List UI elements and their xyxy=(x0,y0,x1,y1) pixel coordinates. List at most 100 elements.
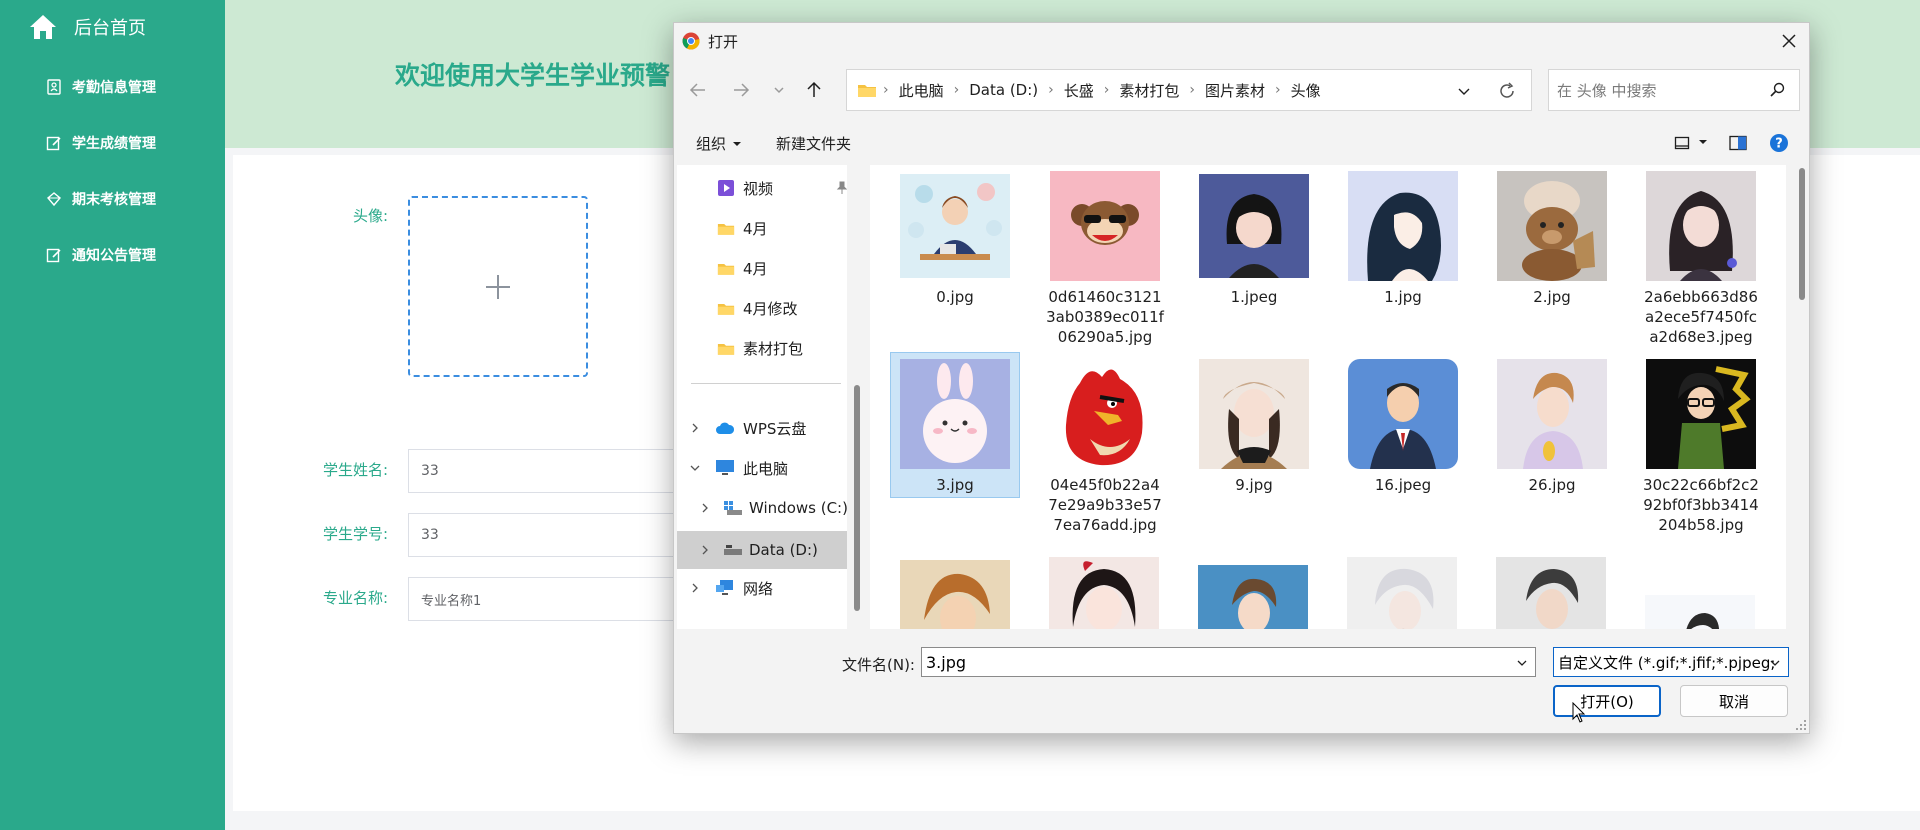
new-folder-button[interactable]: 新建文件夹 xyxy=(776,133,851,154)
tree-item-label: Data (D:) xyxy=(749,541,818,559)
back-arrow-icon[interactable] xyxy=(688,80,708,100)
id-input[interactable]: 33 xyxy=(408,513,682,557)
id-label: 学生学号: xyxy=(322,525,388,543)
tree-item-this-pc[interactable]: 此电脑 xyxy=(689,453,788,483)
chevron-right-icon[interactable] xyxy=(689,582,701,594)
breadcrumb-item[interactable]: 图片素材 xyxy=(1205,80,1265,101)
recent-chevron-icon[interactable] xyxy=(769,80,789,100)
file-item-partial[interactable] xyxy=(1496,557,1606,629)
edit-icon xyxy=(46,248,61,263)
sidebar-item-grades[interactable]: 学生成绩管理 xyxy=(46,131,156,155)
file-name: 1.jpeg xyxy=(1230,288,1278,306)
breadcrumb-item[interactable]: 长盛 xyxy=(1064,80,1094,101)
caret-down-icon[interactable] xyxy=(1698,137,1708,147)
tree-item-drive-d[interactable]: Data (D:) xyxy=(677,531,847,569)
file-item-partial[interactable] xyxy=(1347,557,1457,629)
avatar-upload[interactable] xyxy=(408,196,588,377)
chevron-down-icon[interactable] xyxy=(689,462,701,474)
chevron-right-icon[interactable] xyxy=(699,544,711,556)
filetype-value: 自定义文件 (*.gif;*.jfif;*.pjpeg; xyxy=(1558,653,1776,672)
filename-label: 文件名(N): xyxy=(842,656,915,674)
tree-item-folder[interactable]: 4月修改 xyxy=(717,293,798,323)
tree-item-drive-c[interactable]: Windows (C:) xyxy=(699,493,847,523)
chevron-right-icon[interactable] xyxy=(689,422,701,434)
dialog-titlebar[interactable]: 打开 xyxy=(674,23,1809,59)
major-input[interactable]: 专业名称1 xyxy=(408,577,682,621)
filetype-select[interactable]: 自定义文件 (*.gif;*.jfif;*.pjpeg; xyxy=(1553,647,1789,677)
navigation-row: › 此电脑 › Data (D:) › 长盛 › 素材打包 › 图片素材 › 头… xyxy=(674,69,1809,111)
breadcrumb-item[interactable]: 素材打包 xyxy=(1119,80,1179,101)
sidebar: 后台首页 考勤信息管理 学生成绩管理 期末考核管理 通知公告管理 xyxy=(0,0,225,830)
image-thumbnail xyxy=(1646,359,1756,469)
tree-item-folder[interactable]: 素材打包 xyxy=(717,333,803,363)
tree-item-label: 此电脑 xyxy=(743,459,789,478)
tree-item-label: WPS云盘 xyxy=(743,419,807,438)
preview-pane-icon[interactable] xyxy=(1729,135,1747,151)
file-item[interactable]: 16.jpeg xyxy=(1338,353,1468,495)
image-thumbnail xyxy=(1199,174,1309,278)
breadcrumb-item[interactable]: 头像 xyxy=(1291,80,1321,101)
file-item[interactable]: 2a6ebb663d86a2ece5f7450fca2d68e3.jpeg xyxy=(1636,165,1766,347)
file-item[interactable]: 26.jpg xyxy=(1487,353,1617,495)
plus-icon xyxy=(486,274,510,299)
chevron-right-icon[interactable] xyxy=(699,502,711,514)
breadcrumb-item[interactable]: Data (D:) xyxy=(969,81,1038,99)
file-item[interactable]: 9.jpg xyxy=(1189,353,1319,495)
chrome-icon xyxy=(682,32,700,50)
chevron-down-icon[interactable] xyxy=(1455,82,1473,100)
folder-icon xyxy=(858,85,876,97)
nav-scrollbar[interactable] xyxy=(854,163,860,629)
sidebar-item-notices[interactable]: 通知公告管理 xyxy=(46,243,156,267)
breadcrumb-item[interactable]: 此电脑 xyxy=(899,80,944,101)
refresh-icon[interactable] xyxy=(1497,81,1517,101)
file-item[interactable]: 0.jpg xyxy=(890,165,1020,307)
open-button[interactable]: 打开(O) xyxy=(1553,685,1661,717)
file-item[interactable]: 1.jpeg xyxy=(1189,165,1319,307)
tree-item-network[interactable]: 网络 xyxy=(689,573,773,603)
file-item[interactable]: 04e45f0b22a47e29a9b33e577ea76add.jpg xyxy=(1040,353,1170,535)
file-list: 0.jpg 0d61460c31213ab0389ec011f06290a5.j… xyxy=(870,165,1786,629)
search-input[interactable]: 在 头像 中搜索 xyxy=(1548,69,1800,111)
file-item-partial[interactable] xyxy=(1198,565,1308,629)
up-arrow-icon[interactable] xyxy=(804,80,824,100)
file-item-partial[interactable] xyxy=(1049,557,1159,629)
close-icon[interactable] xyxy=(1779,31,1799,51)
file-item-selected[interactable]: 3.jpg xyxy=(890,352,1020,498)
dialog-title: 打开 xyxy=(708,32,739,51)
sidebar-item-attendance[interactable]: 考勤信息管理 xyxy=(46,75,156,99)
view-icon[interactable] xyxy=(1674,135,1690,151)
tree-item-folder[interactable]: 4月 xyxy=(717,213,768,243)
file-scrollbar[interactable] xyxy=(1799,168,1805,628)
address-bar[interactable]: › 此电脑 › Data (D:) › 长盛 › 素材打包 › 图片素材 › 头… xyxy=(846,69,1532,111)
organize-button[interactable]: 组织 xyxy=(696,133,742,154)
tree-item-folder[interactable]: 4月 xyxy=(717,253,768,283)
help-icon[interactable]: ? xyxy=(1769,133,1789,153)
forward-arrow-icon[interactable] xyxy=(731,80,751,100)
file-item[interactable]: 0d61460c31213ab0389ec011f06290a5.jpg xyxy=(1040,165,1170,347)
tree-item-label: 4月 xyxy=(743,219,768,238)
file-item-partial[interactable] xyxy=(900,560,1010,629)
sidebar-home[interactable]: 后台首页 xyxy=(28,12,146,42)
image-thumbnail xyxy=(1348,359,1458,469)
file-item[interactable]: 30c22c66bf2c292bf0f3bb3414204b58.jpg xyxy=(1636,353,1766,535)
chevron-down-icon[interactable] xyxy=(1515,656,1529,670)
tree-item-video[interactable]: 视频 xyxy=(717,173,847,203)
file-item[interactable]: 2.jpg xyxy=(1487,165,1617,307)
sidebar-item-exams[interactable]: 期末考核管理 xyxy=(46,187,156,211)
file-item-partial[interactable] xyxy=(1645,595,1755,629)
file-item[interactable]: 1.jpg xyxy=(1338,165,1468,307)
tree-item-label: 4月修改 xyxy=(743,299,798,318)
cancel-button[interactable]: 取消 xyxy=(1680,685,1788,717)
image-thumbnail xyxy=(1646,171,1756,281)
filename-input[interactable]: 3.jpg xyxy=(921,647,1536,677)
chevron-right-icon: › xyxy=(1275,82,1281,98)
folder-icon xyxy=(717,223,735,235)
pin-icon[interactable] xyxy=(835,181,847,195)
welcome-title: 欢迎使用大学生学业预警 xyxy=(395,61,671,90)
name-input[interactable]: 33 xyxy=(408,449,682,493)
tree-item-wps-cloud[interactable]: WPS云盘 xyxy=(689,413,806,443)
sidebar-item-label: 学生成绩管理 xyxy=(72,136,156,152)
resize-grip-icon[interactable] xyxy=(1795,719,1807,731)
image-thumbnail xyxy=(1496,557,1606,629)
search-placeholder: 在 头像 中搜索 xyxy=(1557,81,1657,100)
